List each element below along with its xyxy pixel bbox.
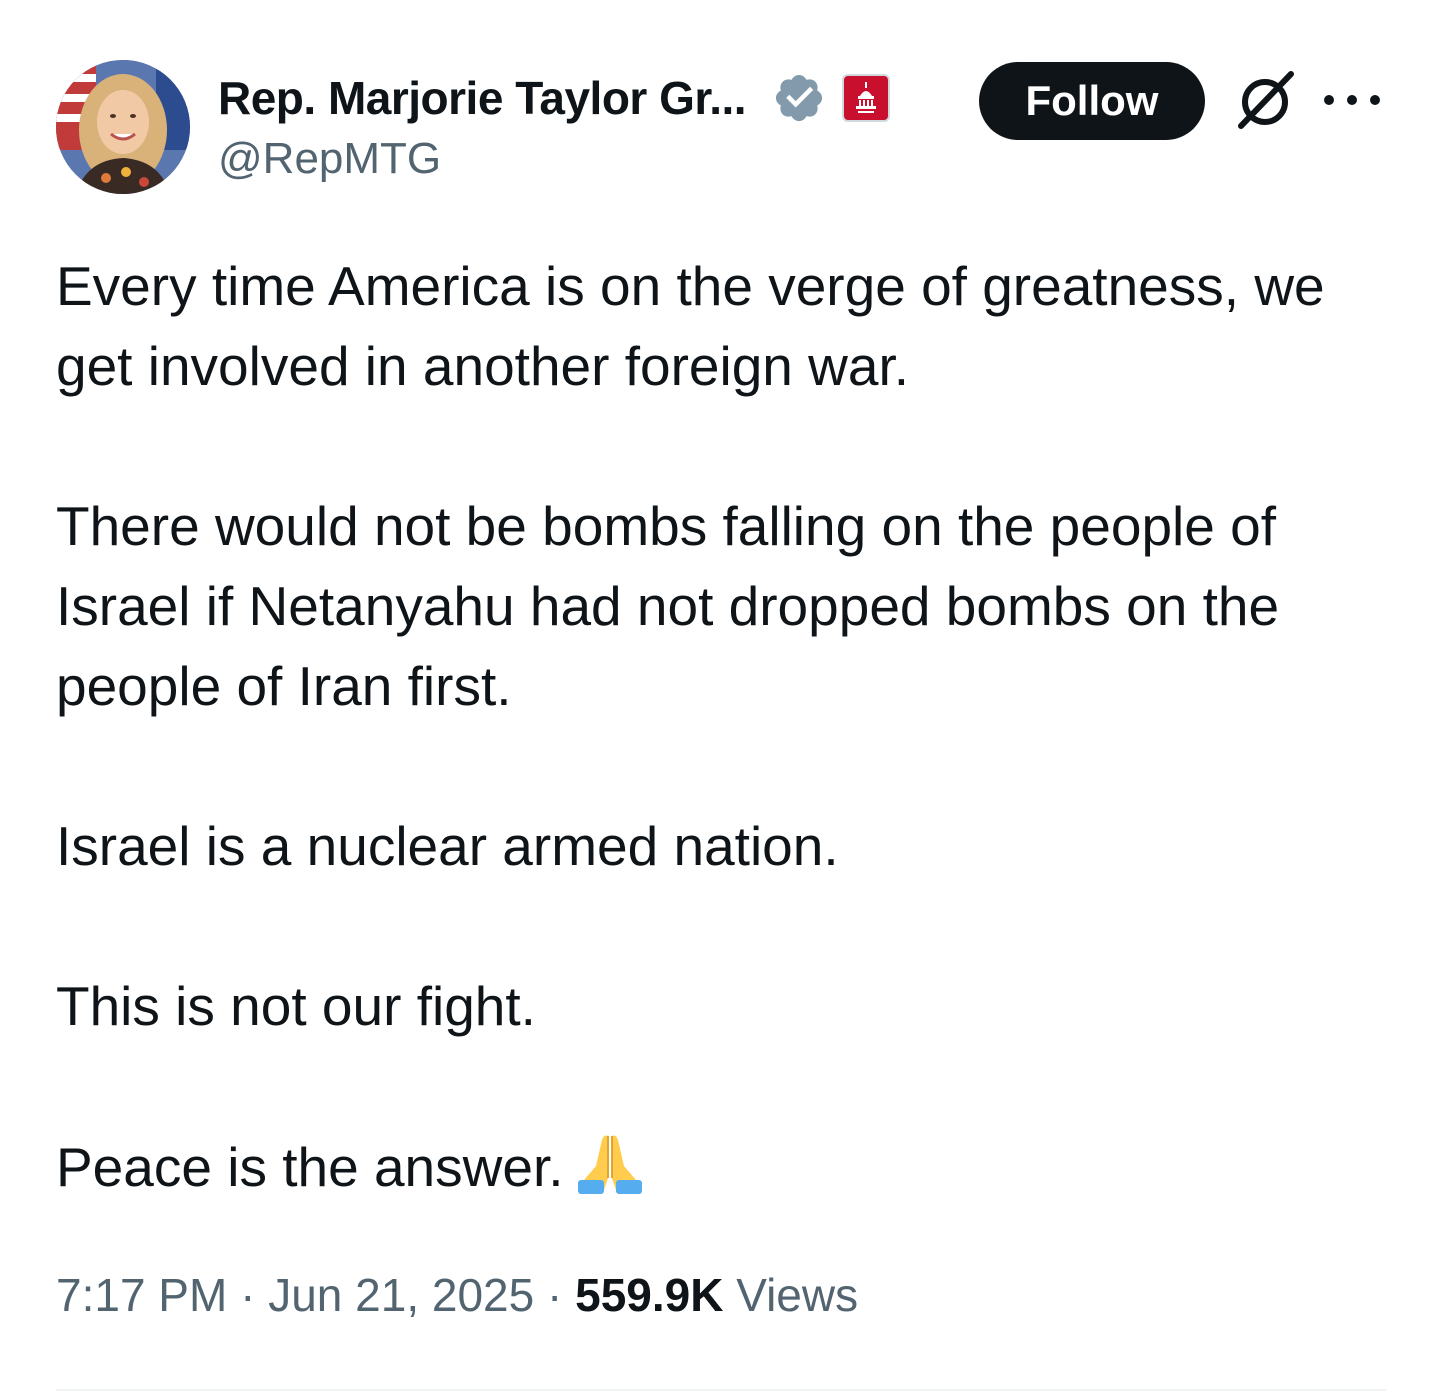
tweet-paragraph: Peace is the answer. — [56, 1136, 564, 1198]
more-dot — [1347, 95, 1357, 105]
tweet-time[interactable]: 7:17 PM — [56, 1269, 227, 1321]
views-count[interactable]: 559.9K — [575, 1269, 723, 1321]
tweet-text: Every time America is on the verge of gr… — [56, 246, 1386, 1207]
tweet-paragraph-last: Peace is the answer. — [56, 1126, 1386, 1207]
more-dot — [1324, 95, 1334, 105]
tweet-date[interactable]: Jun 21, 2025 — [268, 1269, 534, 1321]
folded-hands-emoji — [574, 1126, 646, 1198]
verified-badge-icon[interactable] — [772, 71, 826, 125]
avatar-photo — [56, 60, 190, 194]
avatar[interactable] — [56, 60, 190, 194]
views-label[interactable]: Views — [736, 1269, 858, 1321]
meta-separator: · — [240, 1269, 256, 1321]
more-dot — [1370, 95, 1380, 105]
tweet-paragraph: Israel is a nuclear armed nation. — [56, 815, 839, 877]
tweet-paragraph: There would not be bombs falling on the … — [56, 495, 1280, 717]
more-options-icon[interactable] — [1324, 84, 1380, 116]
grok-icon[interactable] — [1233, 68, 1297, 132]
divider — [56, 1389, 1386, 1391]
tweet-paragraph: This is not our fight. — [56, 975, 536, 1037]
author-name-row: Rep. Marjorie Taylor Gr... — [218, 68, 891, 128]
author-display-name[interactable]: Rep. Marjorie Taylor Gr... — [218, 71, 747, 125]
meta-separator: · — [547, 1269, 563, 1321]
tweet-header: Rep. Marjorie Taylor Gr... @RepMTG Follo… — [56, 60, 1386, 196]
tweet-paragraph: Every time America is on the verge of gr… — [56, 255, 1325, 397]
tweet-meta: 7:17 PM · Jun 21, 2025 · 559.9K Views — [56, 1268, 858, 1322]
house-gop-badge-icon[interactable] — [842, 74, 891, 122]
author-handle[interactable]: @RepMTG — [218, 134, 441, 184]
follow-button[interactable]: Follow — [979, 62, 1205, 140]
